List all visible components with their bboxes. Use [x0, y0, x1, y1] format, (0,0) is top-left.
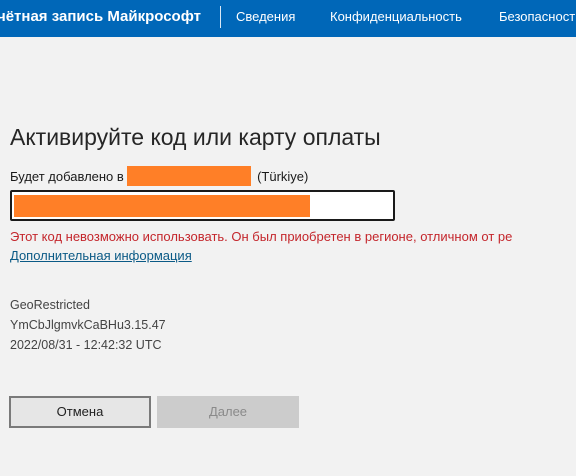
country-line: Будет добавлено в (Türkiye)	[10, 166, 308, 186]
cancel-button[interactable]: Отмена	[9, 396, 151, 428]
next-button[interactable]: Далее	[157, 396, 299, 428]
nav-link-privacy[interactable]: Конфиденциальность	[330, 9, 462, 24]
nav-link-security[interactable]: Безопасност	[499, 9, 575, 24]
code-input[interactable]	[12, 192, 393, 219]
nav-link-info[interactable]: Сведения	[236, 9, 295, 24]
country-prefix: Будет добавлено в	[10, 169, 124, 184]
top-navigation-bar: чётная запись Майкрософт Сведения Конфид…	[0, 0, 576, 37]
error-code: GeoRestricted	[10, 298, 90, 312]
page-title: Активируйте код или карту оплаты	[10, 124, 381, 150]
correlation-id: YmCbJlgmvkCaBHu3.15.47	[10, 318, 166, 332]
account-brand-link[interactable]: чётная запись Майкрософт	[0, 8, 201, 25]
error-timestamp: 2022/08/31 - 12:42:32 UTC	[10, 338, 162, 352]
code-input-box	[10, 190, 395, 221]
more-info-link[interactable]: Дополнительная информация	[10, 248, 192, 263]
error-message: Этот код невозможно использовать. Он был…	[10, 229, 513, 244]
nav-divider	[220, 6, 221, 28]
page: чётная запись Майкрософт Сведения Конфид…	[0, 0, 576, 476]
country-suffix: (Türkiye)	[257, 169, 309, 184]
redacted-block	[127, 166, 252, 186]
